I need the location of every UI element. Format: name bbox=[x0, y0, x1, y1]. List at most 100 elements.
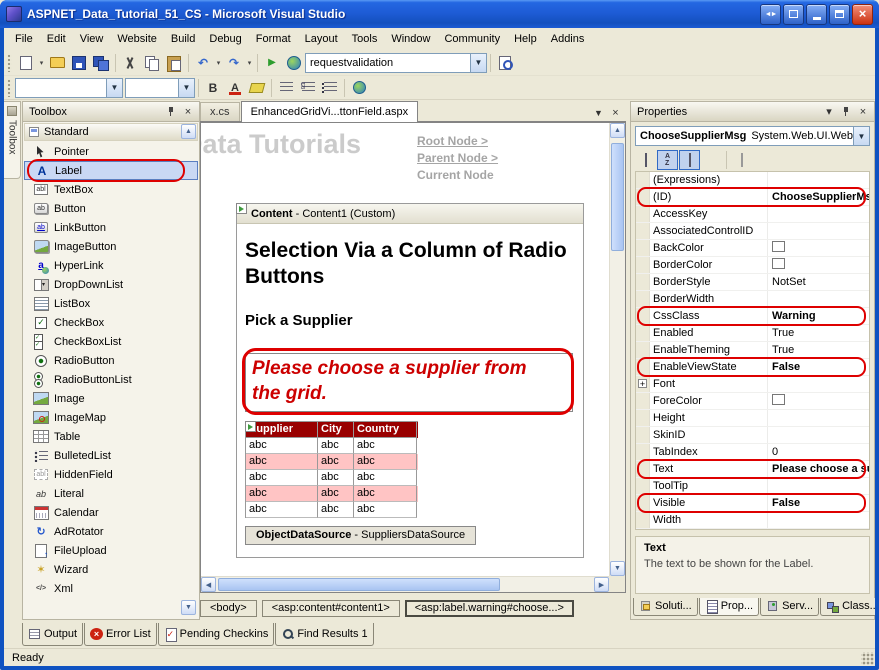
window-menu-button[interactable]: ▾ bbox=[821, 104, 837, 119]
property-value[interactable] bbox=[768, 478, 869, 494]
property-row[interactable]: Visible False bbox=[636, 495, 869, 512]
tool-window-tab[interactable]: Find Results 1 bbox=[275, 623, 373, 646]
menu-item[interactable]: Window bbox=[384, 29, 437, 49]
design-vertical-scrollbar[interactable]: ▲ ▼ bbox=[609, 123, 625, 576]
combo-dropdown-icon[interactable]: ▼ bbox=[853, 127, 869, 145]
toolbox-item-hyperlink[interactable]: HyperLink bbox=[24, 256, 198, 275]
property-row[interactable]: + Font bbox=[636, 376, 869, 393]
scroll-left-button[interactable]: ◀ bbox=[201, 577, 216, 592]
property-row[interactable]: Text Please choose a suppli bbox=[636, 461, 869, 478]
toolbox-item-imagebutton[interactable]: ImageButton bbox=[24, 237, 198, 256]
document-close-button[interactable]: × bbox=[608, 105, 623, 120]
property-row[interactable]: AccessKey bbox=[636, 206, 869, 223]
toolbar-grip[interactable] bbox=[7, 79, 12, 97]
design-horizontal-scrollbar[interactable]: ◀ ▶ bbox=[201, 576, 609, 592]
tool-window-tab[interactable]: Prop... bbox=[699, 598, 759, 616]
property-row[interactable]: ForeColor bbox=[636, 393, 869, 410]
tool-window-tab[interactable]: Output bbox=[22, 623, 83, 646]
property-row[interactable]: BorderColor bbox=[636, 257, 869, 274]
menu-item[interactable]: View bbox=[73, 29, 111, 49]
tool-window-tab[interactable]: Soluti... bbox=[633, 598, 698, 616]
menu-item[interactable]: Debug bbox=[202, 29, 248, 49]
property-value[interactable]: True bbox=[768, 342, 869, 358]
property-value[interactable]: Warning bbox=[768, 308, 869, 324]
toolbox-item-listbox[interactable]: ListBox bbox=[24, 294, 198, 313]
hyperlink-toolbar-button[interactable] bbox=[348, 78, 370, 98]
browser-button[interactable] bbox=[283, 53, 305, 73]
combo-dropdown-icon[interactable]: ▼ bbox=[106, 79, 122, 97]
tool-window-tab[interactable]: Error List bbox=[84, 623, 157, 646]
design-surface[interactable]: Data Tutorials Root Node > Parent Node >… bbox=[200, 122, 626, 593]
start-debug-button[interactable]: ▶ bbox=[261, 53, 283, 73]
tool-window-tab[interactable]: Class... bbox=[820, 598, 875, 616]
property-value[interactable] bbox=[768, 376, 869, 392]
property-value[interactable] bbox=[768, 206, 869, 222]
pin-button[interactable] bbox=[838, 104, 854, 119]
menu-item[interactable]: Community bbox=[437, 29, 507, 49]
sitemap-node-link[interactable]: Root Node > bbox=[417, 134, 498, 148]
properties-titlebar[interactable]: Properties ▾ × bbox=[631, 102, 874, 122]
property-row[interactable]: (ID) ChooseSupplierMsg bbox=[636, 189, 869, 206]
menu-item[interactable]: Tools bbox=[345, 29, 385, 49]
toolbox-titlebar[interactable]: Toolbox × bbox=[23, 102, 199, 122]
font-name-combobox[interactable]: ▼ bbox=[15, 78, 123, 98]
sitemap-node-link[interactable]: Current Node bbox=[417, 168, 498, 182]
property-value[interactable] bbox=[768, 512, 869, 528]
toolbox-item-fileupload[interactable]: FileUpload bbox=[24, 541, 198, 560]
toolbox-item-hiddenfield[interactable]: HiddenField bbox=[24, 465, 198, 484]
toolbox-item-literal[interactable]: Literal bbox=[24, 484, 198, 503]
menu-item[interactable]: File bbox=[8, 29, 40, 49]
properties-view-button[interactable] bbox=[679, 150, 700, 170]
tool-window-tab[interactable]: Serv... bbox=[760, 598, 819, 616]
property-value[interactable] bbox=[768, 410, 869, 426]
toolbox-item-imagemap[interactable]: ImageMap bbox=[24, 408, 198, 427]
property-row[interactable]: Enabled True bbox=[636, 325, 869, 342]
minimize-button[interactable] bbox=[806, 4, 827, 25]
redo-button[interactable]: ↷ bbox=[223, 53, 245, 73]
toolbox-item-bulletedlist[interactable]: BulletedList bbox=[24, 446, 198, 465]
cut-button[interactable] bbox=[119, 53, 141, 73]
pin-button[interactable] bbox=[163, 104, 179, 119]
save-button[interactable] bbox=[68, 53, 90, 73]
save-all-button[interactable] bbox=[90, 53, 112, 73]
property-row[interactable]: (Expressions) bbox=[636, 172, 869, 189]
property-value[interactable] bbox=[768, 393, 869, 409]
suppliers-gridview[interactable]: Supplier City Country abc bbox=[245, 421, 418, 518]
property-value[interactable]: True bbox=[768, 325, 869, 341]
properties-close-button[interactable]: × bbox=[855, 104, 871, 119]
property-value[interactable] bbox=[768, 172, 869, 188]
tag-navigator-item[interactable]: <asp:content#content1> bbox=[262, 600, 400, 617]
property-value[interactable] bbox=[768, 291, 869, 307]
toolbox-item-pointer[interactable]: Pointer bbox=[24, 142, 198, 161]
toolbox-scroll-down-button[interactable]: ▼ bbox=[181, 600, 196, 615]
title-nav-button[interactable]: ◄► bbox=[760, 4, 781, 25]
toolbox-item-linkbutton[interactable]: LinkButton bbox=[24, 218, 198, 237]
numbered-list-button[interactable] bbox=[297, 78, 319, 98]
property-row[interactable]: EnableTheming True bbox=[636, 342, 869, 359]
resize-grip[interactable] bbox=[861, 652, 874, 665]
alphabetical-button[interactable] bbox=[657, 150, 678, 170]
vertical-scrollbar-thumb[interactable] bbox=[611, 143, 624, 251]
font-color-button[interactable]: A bbox=[224, 78, 246, 98]
property-value[interactable] bbox=[768, 427, 869, 443]
combo-dropdown-icon[interactable]: ▼ bbox=[470, 54, 486, 72]
property-row[interactable]: BorderStyle NotSet bbox=[636, 274, 869, 291]
property-row[interactable]: Width bbox=[636, 512, 869, 529]
toolbox-item-dropdownlist[interactable]: DropDownList bbox=[24, 275, 198, 294]
categorized-button[interactable] bbox=[635, 150, 656, 170]
toolbox-item-table[interactable]: Table bbox=[24, 427, 198, 446]
property-pages-button[interactable] bbox=[731, 150, 752, 170]
sitemap-node-link[interactable]: Parent Node > bbox=[417, 151, 498, 165]
menu-item[interactable]: Build bbox=[164, 29, 202, 49]
toolbox-item-button[interactable]: Button bbox=[24, 199, 198, 218]
property-row[interactable]: TabIndex 0 bbox=[636, 444, 869, 461]
toolbox-scroll-up-button[interactable]: ▲ bbox=[181, 124, 196, 139]
property-row[interactable]: EnableViewState False bbox=[636, 359, 869, 376]
title-window-button[interactable] bbox=[783, 4, 804, 25]
scroll-up-button[interactable]: ▲ bbox=[610, 123, 625, 138]
toolbox-close-button[interactable]: × bbox=[180, 104, 196, 119]
new-item-dropdown-icon[interactable]: ▾ bbox=[37, 53, 46, 73]
scroll-down-button[interactable]: ▼ bbox=[610, 561, 625, 576]
toolbar-grip[interactable] bbox=[7, 54, 12, 72]
new-item-button[interactable] bbox=[15, 53, 37, 73]
